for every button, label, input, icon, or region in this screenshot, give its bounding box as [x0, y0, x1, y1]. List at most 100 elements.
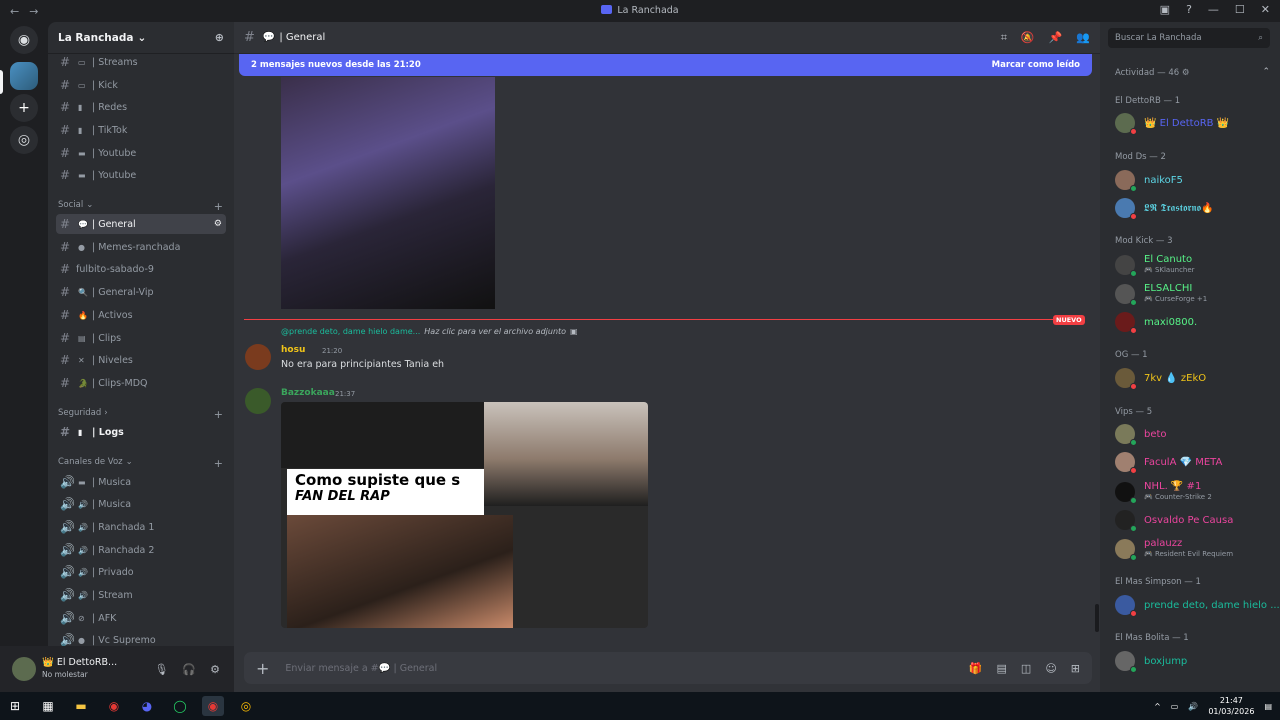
channel-kick[interactable]: # ▭ | Kick	[56, 75, 226, 95]
app-red-icon[interactable]: ◉	[103, 696, 125, 716]
sticker-icon[interactable]: ◫	[1021, 662, 1031, 675]
member-item[interactable]: maxi0800.	[1115, 312, 1275, 334]
search-input[interactable]: Buscar La Ranchada ⌕	[1108, 28, 1270, 48]
message-author[interactable]: Bazzokaaa	[281, 388, 335, 398]
headphones-icon[interactable]: 🎧	[182, 663, 196, 676]
apps-icon[interactable]: ⊞	[1071, 662, 1080, 675]
voice-channel[interactable]: 🔊 🔊 | Musica	[56, 494, 226, 514]
file-explorer-icon[interactable]: ▬	[70, 696, 92, 716]
whatsapp-icon[interactable]: ◯	[169, 696, 191, 716]
avatar[interactable]	[245, 388, 271, 414]
member-item[interactable]: El Canuto 🎮 SKlauncher	[1115, 254, 1275, 277]
channel-general[interactable]: # 💬 | General ⚙	[56, 214, 226, 234]
channel-youtube[interactable]: # ▬ | Youtube	[56, 143, 226, 163]
gift-icon[interactable]: 🎁	[969, 662, 983, 675]
category-seguridad[interactable]: Seguridad › +	[58, 408, 223, 421]
channel-youtube-2[interactable]: # ▬ | Youtube	[56, 165, 226, 185]
chevron-up-icon[interactable]: ⌃	[1262, 67, 1270, 77]
server-la-ranchada-icon[interactable]	[10, 62, 38, 90]
member-item[interactable]: palauzz 🎮 Resident Evil Requiem	[1115, 538, 1275, 561]
add-attachment-icon[interactable]: +	[256, 659, 269, 678]
settings-icon[interactable]: ⚙	[210, 663, 220, 676]
member-list-icon[interactable]: 👥	[1076, 31, 1090, 45]
hash-icon: #	[60, 331, 71, 345]
member-item[interactable]: Osvaldo Pe Causa	[1115, 510, 1275, 532]
network-icon[interactable]: ▭	[1171, 702, 1179, 711]
scrollbar[interactable]	[1095, 604, 1099, 632]
gif-icon[interactable]: ▤	[997, 662, 1007, 675]
chrome-icon[interactable]: ◎	[235, 696, 257, 716]
channel-tiktok[interactable]: # ▮ | TikTok	[56, 120, 226, 140]
user-info[interactable]: 👑 El DettoRB... No molestar	[42, 657, 117, 681]
channel-niveles[interactable]: # ✕ | Niveles	[56, 350, 226, 370]
pin-icon[interactable]: 📌	[1049, 31, 1063, 45]
channel-fulbito[interactable]: # fulbito-sabado-9	[56, 259, 226, 279]
member-item[interactable]: prende deto, dame hielo ...	[1115, 595, 1280, 617]
member-item[interactable]: FaculA 💎 META	[1115, 452, 1275, 474]
invite-icon[interactable]: ⊕	[215, 31, 224, 44]
tray-chevron-icon[interactable]: ^	[1154, 702, 1161, 711]
add-channel-icon[interactable]: +	[214, 200, 223, 213]
member-item[interactable]: NHL. 🏆 #1 🎮 Counter-Strike 2	[1115, 481, 1275, 504]
microphone-icon[interactable]: 🎙	[154, 663, 168, 676]
voice-channel[interactable]: 🔊 🔊 | Ranchada 1	[56, 517, 226, 537]
channel-redes[interactable]: # ▮ | Redes	[56, 97, 226, 117]
member-item[interactable]: 👑 El DettoRB 👑	[1115, 113, 1275, 135]
volume-icon[interactable]: 🔊	[1188, 702, 1198, 711]
voice-channel[interactable]: 🔊 🔊 | Stream	[56, 585, 226, 605]
windows-start-icon[interactable]: ⊞	[4, 696, 26, 716]
message-author[interactable]: hosu	[281, 345, 305, 355]
voice-channel[interactable]: 🔊 ⊘ | AFK	[56, 608, 226, 628]
channel-memes[interactable]: # ● | Memes-ranchada	[56, 237, 226, 257]
avatar[interactable]	[12, 657, 36, 681]
close-button[interactable]: ✕	[1261, 3, 1270, 16]
task-view-icon[interactable]: ▦	[37, 696, 59, 716]
explore-icon[interactable]: ◎	[10, 126, 38, 154]
new-messages-banner[interactable]: 2 mensajes nuevos desde las 21:20 Marcar…	[239, 54, 1092, 76]
add-server-icon[interactable]: +	[10, 94, 38, 122]
inbox-icon[interactable]: ▣	[1160, 3, 1170, 16]
voice-channel[interactable]: 🔊 🔊 | Ranchada 2	[56, 540, 226, 560]
reply-preview[interactable]: @prende deto, dame hielo dame... Haz cli…	[281, 327, 578, 336]
discord-app-icon[interactable]: ◕	[136, 696, 158, 716]
channel-clips[interactable]: # ▤ | Clips	[56, 328, 226, 348]
clock[interactable]: 21:47 01/03/2026	[1208, 695, 1254, 717]
message-composer[interactable]: + Enviar mensaje a #💬 | General 🎁 ▤ ◫ ☺ …	[244, 652, 1092, 684]
channel-logs[interactable]: # ▮ | Logs	[56, 422, 226, 442]
reply-link[interactable]: Haz clic para ver el archivo adjunto	[424, 327, 566, 336]
member-item[interactable]: naikoF5	[1115, 170, 1275, 192]
meme-attachment[interactable]: Como supiste que s FAN DEL RAP	[281, 402, 648, 628]
channel-streams[interactable]: # ▭ | Streams	[56, 52, 226, 72]
gear-icon[interactable]: ⚙	[1182, 68, 1190, 78]
activity-header[interactable]: Actividad — 46 ⚙	[1115, 68, 1189, 78]
add-channel-icon[interactable]: +	[214, 457, 223, 470]
threads-icon[interactable]: ⌗	[1001, 31, 1007, 45]
server-header[interactable]: La Ranchada ⌄ ⊕	[48, 22, 234, 54]
category-social[interactable]: Social ⌄ +	[58, 200, 223, 213]
image-attachment[interactable]	[281, 77, 495, 309]
discord-home-icon[interactable]: ◉	[10, 26, 38, 54]
member-item[interactable]: boxjump	[1115, 651, 1275, 673]
add-channel-icon[interactable]: +	[214, 408, 223, 421]
voice-channel[interactable]: 🔊 ▬ | Musica	[56, 472, 226, 492]
voice-channel[interactable]: 🔊 🔊 | Privado	[56, 562, 226, 582]
settings-icon[interactable]: ⚙	[214, 219, 222, 229]
member-item[interactable]: 7kv 💧 zEkO	[1115, 368, 1275, 390]
avatar[interactable]	[245, 344, 271, 370]
channel-general-vip[interactable]: # 🔍 | General-Vip	[56, 282, 226, 302]
member-item[interactable]: beto	[1115, 424, 1275, 446]
obs-icon[interactable]: ◉	[202, 696, 224, 716]
emoji-icon[interactable]: ☺	[1045, 662, 1056, 675]
member-item[interactable]: ELSALCHI 🎮 CurseForge +1	[1115, 283, 1275, 306]
composer-placeholder[interactable]: Enviar mensaje a #💬 | General	[285, 663, 437, 674]
mark-read-button[interactable]: Marcar como leído	[992, 60, 1080, 70]
mute-bell-icon[interactable]: 🔕	[1021, 31, 1035, 45]
help-icon[interactable]: ?	[1186, 3, 1192, 16]
channel-activos[interactable]: # 🔥 | Activos	[56, 305, 226, 325]
channel-clips-mdq[interactable]: # 🐊 | Clips-MDQ	[56, 373, 226, 393]
maximize-button[interactable]: ☐	[1235, 3, 1245, 16]
notifications-icon[interactable]: ▤	[1264, 702, 1272, 711]
member-item[interactable]: 𝕷𝕽 𝕿𝖗𝖆𝖘𝖙𝖔𝖗𝖓𝖔🔥	[1115, 198, 1275, 220]
minimize-button[interactable]: —	[1208, 3, 1219, 16]
category-voz[interactable]: Canales de Voz ⌄ +	[58, 457, 223, 470]
